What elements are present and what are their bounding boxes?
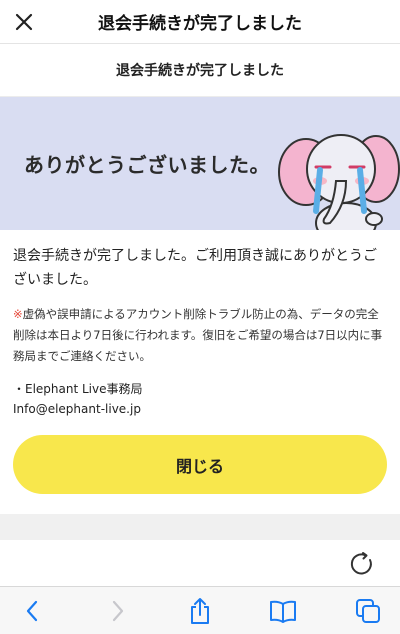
notice-text: 虚偽や誤申請によるアカウント削除トラブル防止の為、データの完全削除は本日より7日…: [13, 307, 383, 363]
back-icon[interactable]: [18, 597, 46, 625]
content-area: 退会手続きが完了しました。ご利用頂き誠にありがとうございました。 ※虚偽や誤申請…: [13, 244, 387, 419]
close-icon[interactable]: [8, 6, 40, 38]
sender-info: ・Elephant Live事務局 Info@elephant-live.jp: [13, 379, 387, 419]
forward-icon[interactable]: [104, 597, 132, 625]
share-icon[interactable]: [186, 597, 214, 625]
navigation-bar: 退会手続きが完了しました: [0, 0, 400, 44]
sender-name: ・Elephant Live事務局: [13, 382, 143, 396]
bookmarks-icon[interactable]: [269, 597, 297, 625]
deletion-notice: ※虚偽や誤申請によるアカウント削除トラブル防止の為、データの完全削除は本日より7…: [13, 304, 387, 367]
completion-message: 退会手続きが完了しました。ご利用頂き誠にありがとうございました。: [13, 248, 377, 288]
page-title: 退会手続きが完了しました: [98, 14, 302, 34]
notice-mark: ※: [13, 307, 23, 321]
thank-you-banner: ありがとうございました。: [0, 97, 400, 230]
divider-band: [0, 514, 400, 540]
section-title: 退会手続きが完了しました: [116, 63, 284, 79]
tabs-icon[interactable]: [354, 597, 382, 625]
elephant-mascot-icon: [278, 134, 400, 230]
loading-area: [0, 540, 400, 586]
reload-icon[interactable]: [349, 551, 375, 577]
banner-text: ありがとうございました。: [24, 153, 270, 177]
sender-email[interactable]: Info@elephant-live.jp: [13, 399, 387, 419]
close-button[interactable]: 閉じる: [13, 435, 387, 494]
section-header: 退会手続きが完了しました: [0, 44, 400, 97]
browser-toolbar: [0, 586, 400, 634]
